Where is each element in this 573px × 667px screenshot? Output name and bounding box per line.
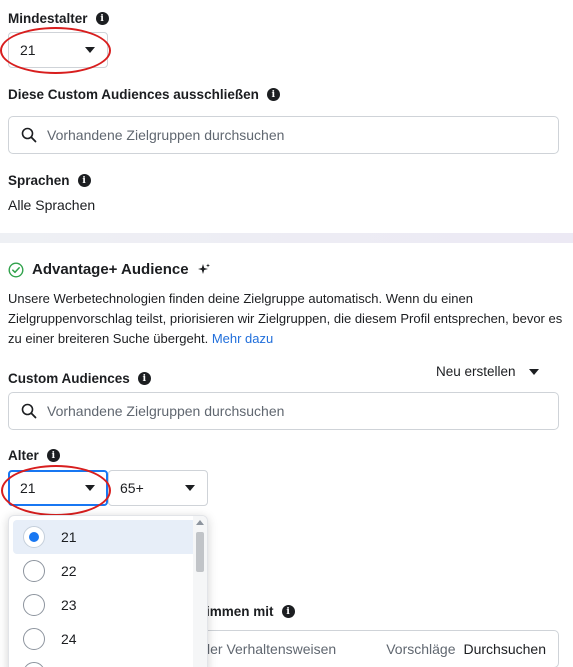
age-option-partial[interactable]	[13, 656, 203, 667]
info-icon[interactable]: i	[266, 88, 280, 101]
age-to-select[interactable]: 65+	[108, 470, 208, 506]
highlight-ring	[1, 465, 111, 516]
create-new-button[interactable]: Neu erstellen	[436, 364, 539, 379]
sparkle-icon	[197, 263, 210, 274]
custom-audiences-label: Custom Audiences i	[8, 371, 151, 386]
age-to-value: 65+	[120, 480, 144, 496]
age-option[interactable]: 21	[13, 520, 203, 554]
radio-icon[interactable]	[23, 662, 45, 667]
search-placeholder: Vorhandene Zielgruppen durchsuchen	[47, 403, 285, 419]
caret-down-icon	[185, 485, 195, 491]
check-circle-icon	[8, 261, 24, 278]
age-option[interactable]: 22	[13, 554, 203, 588]
scroll-up-icon[interactable]	[196, 520, 204, 525]
info-icon[interactable]: i	[95, 12, 109, 25]
info-icon[interactable]: i	[46, 449, 60, 462]
age-option[interactable]: 24	[13, 622, 203, 656]
learn-more-link[interactable]: Mehr dazu	[212, 331, 273, 346]
radio-selected-icon[interactable]	[23, 526, 45, 548]
advantage-description: Unsere Werbetechnologien finden deine Zi…	[8, 291, 563, 346]
browse-button[interactable]: Durchsuchen	[464, 641, 547, 657]
advantage-title: Advantage+ Audience	[32, 261, 189, 278]
caret-down-icon	[528, 368, 539, 375]
info-icon[interactable]: i	[281, 605, 295, 618]
exclude-audiences-search[interactable]: Vorhandene Zielgruppen durchsuchen	[8, 116, 559, 154]
custom-audiences-search[interactable]: Vorhandene Zielgruppen durchsuchen	[8, 392, 559, 430]
age-option[interactable]: 23	[13, 588, 203, 622]
search-icon	[21, 403, 37, 419]
detailed-targeting-label: immen mit i	[206, 604, 295, 619]
languages-label: Sprachen i	[8, 173, 91, 188]
info-icon[interactable]: i	[137, 372, 151, 385]
suggestions-button[interactable]: Vorschläge	[386, 641, 455, 657]
age-dropdown[interactable]: 21 22 23 24	[8, 515, 208, 667]
search-placeholder: Vorhandene Zielgruppen durchsuchen	[47, 127, 285, 143]
info-icon[interactable]: i	[77, 174, 91, 187]
age-label: Alter i	[8, 448, 60, 463]
scrollbar[interactable]	[193, 516, 207, 667]
detailed-targeting-placeholder: ler Verhaltensweisen	[207, 641, 337, 657]
scroll-thumb[interactable]	[196, 532, 204, 572]
advantage-header: Advantage+ Audience	[8, 261, 211, 278]
min-age-label: Mindestalter i	[8, 11, 109, 26]
radio-icon[interactable]	[23, 628, 45, 650]
highlight-ring	[0, 27, 111, 74]
exclude-audiences-label: Diese Custom Audiences ausschließen i	[8, 87, 280, 102]
search-icon	[21, 127, 37, 143]
section-divider	[0, 233, 573, 243]
radio-icon[interactable]	[23, 560, 45, 582]
radio-icon[interactable]	[23, 594, 45, 616]
languages-value[interactable]: Alle Sprachen	[8, 197, 95, 213]
